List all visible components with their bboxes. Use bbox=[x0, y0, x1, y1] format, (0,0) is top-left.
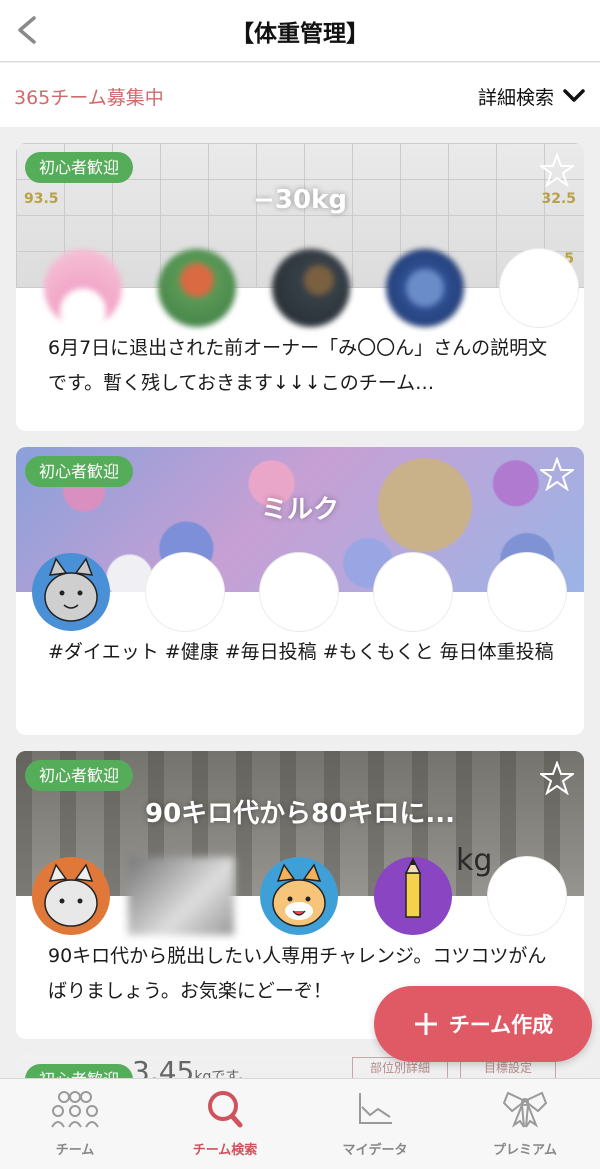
team-description: #ダイエット #健康 #毎日投稿 #もくもくと 毎日体重投稿 bbox=[48, 641, 554, 663]
nav-label: マイデータ bbox=[342, 1143, 408, 1158]
cat-avatar bbox=[32, 553, 110, 631]
avatar bbox=[128, 857, 234, 935]
team-description: 6月7日に退出された前オーナー「み〇〇ん」さんの説明文です。暫く残しておきます↓… bbox=[48, 337, 548, 394]
nav-item-my-data[interactable]: マイデータ bbox=[300, 1089, 450, 1163]
page-title: 【体重管理】 bbox=[231, 21, 369, 47]
recruit-count: 365チーム募集中 bbox=[14, 87, 164, 109]
member-avatars bbox=[16, 553, 584, 631]
team-icon bbox=[51, 1091, 99, 1128]
avatar-empty-slot bbox=[488, 553, 566, 631]
create-team-button[interactable]: チーム作成 bbox=[374, 986, 592, 1062]
avatar bbox=[272, 249, 350, 327]
search-icon bbox=[208, 1091, 243, 1128]
member-avatars bbox=[16, 857, 584, 935]
avatar-empty-slot bbox=[500, 249, 578, 327]
nav-label: プレミアム bbox=[492, 1143, 558, 1158]
nav-label: チーム bbox=[55, 1143, 95, 1158]
avatar-empty-slot bbox=[260, 553, 338, 631]
avatar bbox=[158, 249, 236, 327]
team-title: ミルク bbox=[260, 495, 339, 525]
nav-item-team-search[interactable]: チーム検索 bbox=[150, 1089, 300, 1163]
cat-avatar bbox=[32, 857, 110, 935]
team-card[interactable]: 93.5 32.5 .5 初心者歓迎 −30kg 6月7日に退出された前オーナー… bbox=[16, 143, 584, 431]
ribbon-icon bbox=[502, 1091, 548, 1128]
nav-item-team[interactable]: チーム bbox=[0, 1089, 150, 1163]
create-team-label: チーム作成 bbox=[448, 1013, 554, 1037]
search-summary-bar: 365チーム募集中 詳細検索 bbox=[0, 63, 600, 127]
detail-search-button[interactable]: 詳細検索 bbox=[478, 81, 586, 111]
avatar-empty-slot bbox=[488, 857, 566, 935]
chart-icon bbox=[359, 1093, 392, 1124]
plus-icon bbox=[414, 1013, 437, 1035]
beginner-welcome-badge: 初心者歓迎 bbox=[25, 152, 134, 183]
pencil-avatar bbox=[374, 857, 452, 935]
avatar-empty-slot bbox=[146, 553, 224, 631]
avatar-empty-slot bbox=[374, 553, 452, 631]
detail-search-label: 詳細検索 bbox=[477, 86, 554, 109]
avatar bbox=[386, 249, 464, 327]
favorite-star-icon[interactable] bbox=[540, 153, 574, 187]
team-card[interactable]: 初心者歓迎 ミルク #ダイエット #健康 #毎日投稿 #もくもくと 毎日体重投稿 bbox=[16, 447, 584, 735]
team-title: 90キロ代から80キロに... bbox=[145, 799, 455, 829]
team-title: −30kg bbox=[253, 185, 347, 215]
chevron-down-icon bbox=[563, 89, 585, 102]
nav-label: チーム検索 bbox=[192, 1143, 258, 1158]
favorite-star-icon[interactable] bbox=[540, 761, 574, 795]
cat-avatar bbox=[260, 857, 338, 935]
member-avatars bbox=[16, 249, 584, 327]
avatar bbox=[44, 249, 122, 327]
app-header: 【体重管理】 bbox=[0, 0, 600, 62]
beginner-welcome-badge: 初心者歓迎 bbox=[25, 456, 134, 487]
favorite-star-icon[interactable] bbox=[540, 457, 574, 491]
bottom-navigation: チーム チーム検索 マイデータ プレミアム bbox=[0, 1078, 600, 1169]
beginner-welcome-badge: 初心者歓迎 bbox=[25, 760, 134, 791]
nav-item-premium[interactable]: プレミアム bbox=[450, 1089, 600, 1163]
